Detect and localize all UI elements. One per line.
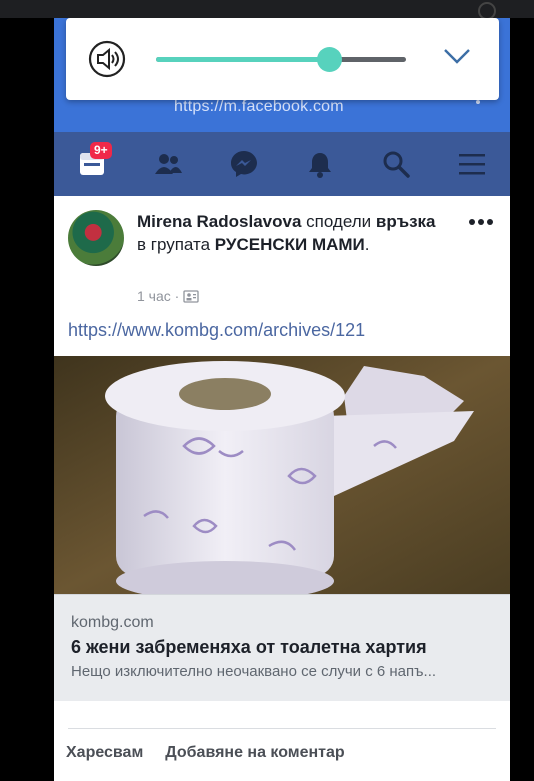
nav-messenger[interactable] — [206, 132, 282, 196]
speaker-icon[interactable] — [88, 40, 126, 78]
more-options-icon[interactable] — [468, 218, 494, 226]
hamburger-menu-icon — [459, 154, 485, 175]
volume-slider-fill — [156, 57, 329, 62]
action-text: сподели — [301, 212, 376, 231]
avatar[interactable] — [68, 210, 124, 266]
shared-item-link[interactable]: връзка — [376, 212, 436, 231]
nav-friend-requests[interactable] — [130, 132, 206, 196]
volume-panel — [66, 18, 499, 100]
group-text: в групата — [137, 235, 215, 254]
facebook-nav-bar: 9+ — [54, 132, 510, 196]
search-icon — [383, 151, 410, 178]
author-name[interactable]: Mirena Radoslavova — [137, 212, 301, 231]
system-top-strip — [0, 0, 534, 20]
group-name-link[interactable]: РУСЕНСКИ МАМИ — [215, 235, 365, 254]
nav-news-feed[interactable]: 9+ — [54, 132, 130, 196]
link-description: Нещо изключително неочаквано се случи с … — [71, 663, 437, 680]
link-preview-image[interactable] — [54, 356, 510, 594]
like-button[interactable]: Харесвам — [66, 744, 143, 762]
post-url-link[interactable]: https://www.kombg.com/archives/121 — [68, 320, 365, 341]
group-privacy-icon — [183, 289, 199, 303]
friends-icon — [155, 154, 182, 174]
nav-menu[interactable] — [434, 132, 510, 196]
messenger-icon — [231, 151, 257, 177]
phone-screen: https://m.facebook.com 9+ Mirena Radosla… — [54, 18, 510, 781]
toilet-paper-image — [54, 356, 510, 594]
link-domain: kombg.com — [71, 614, 154, 631]
volume-slider-thumb[interactable] — [316, 47, 342, 72]
nav-notifications[interactable] — [282, 132, 358, 196]
link-preview-card[interactable]: kombg.com 6 жени забременяха от тоалетна… — [54, 594, 510, 701]
divider — [68, 728, 496, 729]
url-text[interactable]: https://m.facebook.com — [174, 98, 344, 116]
add-comment-button[interactable]: Добавяне на коментар — [165, 744, 344, 762]
post-header: Mirena Radoslavova сподели връзка в груп… — [54, 196, 510, 356]
post-meta: 1 час · — [137, 288, 199, 304]
volume-slider[interactable] — [156, 47, 406, 72]
chevron-down-icon[interactable] — [442, 45, 472, 67]
menu-dots-icon[interactable] — [476, 100, 480, 104]
notification-badge: 9+ — [90, 142, 112, 159]
post-time[interactable]: 1 час · — [137, 288, 179, 304]
bell-icon — [309, 153, 331, 178]
post-actions: Харесвам Добавяне на коментар — [66, 744, 345, 762]
link-title[interactable]: 6 жени забременяха от тоалетна хартия — [71, 637, 427, 658]
nav-search[interactable] — [358, 132, 434, 196]
post-attribution: Mirena Radoslavova сподели връзка в груп… — [137, 210, 437, 256]
period: . — [364, 235, 370, 254]
